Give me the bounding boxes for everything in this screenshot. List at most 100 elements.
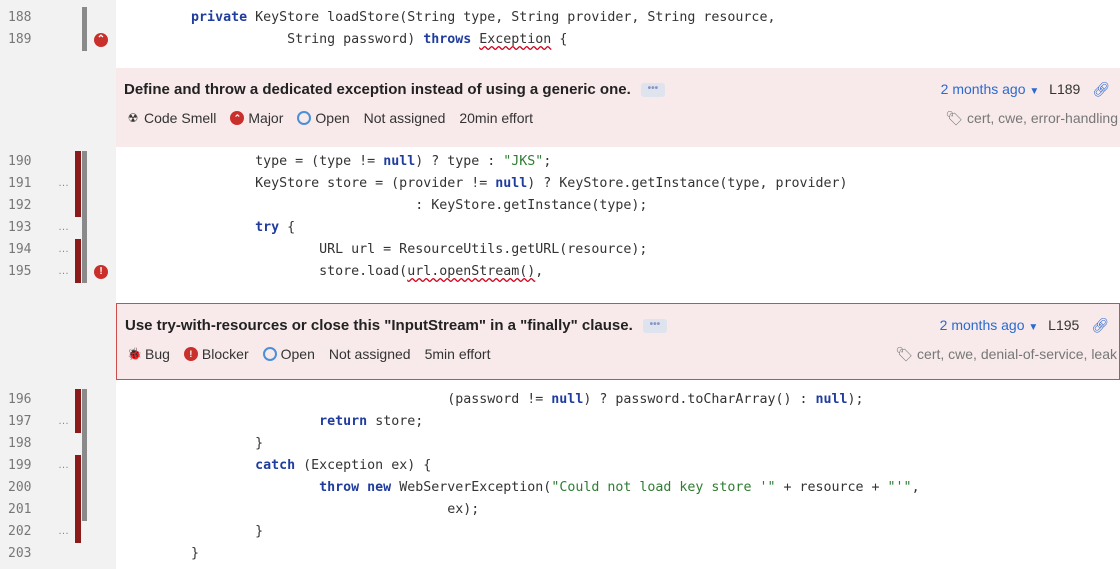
issue-card-1[interactable]: Use try-with-resources or close this "In… <box>116 303 1120 380</box>
scm-blame-bar[interactable] <box>75 389 81 411</box>
string-token: "Could not load key store '" <box>551 480 776 495</box>
scm-blame-bar[interactable] <box>75 261 81 283</box>
code-token: { <box>551 32 568 47</box>
code-token: store.load( <box>127 264 408 279</box>
issue-tags[interactable]: 🏷︎ cert, cwe, denial-of-service, leak <box>895 346 1117 363</box>
line-number[interactable]: 192 <box>8 195 31 217</box>
duplication-marker[interactable]: … <box>58 411 70 431</box>
line-number[interactable]: 196 <box>8 389 31 411</box>
issue-assignee[interactable]: Not assigned <box>364 110 446 126</box>
coverage-bar[interactable] <box>82 29 87 51</box>
line-number[interactable]: 193 <box>8 217 31 239</box>
major-issue-icon[interactable]: ⌃ <box>94 33 108 47</box>
code-line: 192 : KeyStore.getInstance(type); <box>0 195 1120 217</box>
scm-blame-bar[interactable] <box>75 521 81 543</box>
issue-age[interactable]: 2 months ago <box>940 317 1025 333</box>
code-token: { <box>279 220 296 235</box>
code-line: 201 ex); <box>0 499 1120 521</box>
keyword-token: throw new <box>319 480 392 495</box>
issue-underline[interactable]: Exception <box>479 32 551 47</box>
code-token: + resource + <box>775 480 888 495</box>
scm-blame-bar[interactable] <box>75 239 81 261</box>
caret-down-icon[interactable]: ▼ <box>1028 322 1038 333</box>
scm-blame-bar[interactable] <box>75 477 81 499</box>
line-number[interactable]: 197 <box>8 411 31 433</box>
duplication-marker[interactable]: … <box>58 455 70 475</box>
more-button[interactable]: ••• <box>642 319 667 334</box>
more-button[interactable]: ••• <box>640 83 665 98</box>
coverage-bar[interactable] <box>82 261 87 283</box>
duplication-marker[interactable]: … <box>58 521 70 541</box>
coverage-bar[interactable] <box>82 499 87 521</box>
issue-title[interactable]: Define and throw a dedicated exception i… <box>124 81 665 98</box>
caret-down-icon[interactable]: ▼ <box>1029 86 1039 97</box>
line-ref: L195 <box>1048 317 1080 333</box>
coverage-bar[interactable] <box>82 151 87 173</box>
line-number[interactable]: 199 <box>8 455 31 477</box>
issue-title-text[interactable]: Define and throw a dedicated exception i… <box>124 81 631 98</box>
code-line: 193 … try { <box>0 217 1120 239</box>
duplication-marker[interactable]: … <box>58 239 70 259</box>
code-token: URL url = ResourceUtils.getURL(resource)… <box>127 242 648 257</box>
issue-status[interactable]: Open <box>315 110 349 126</box>
coverage-bar[interactable] <box>82 411 87 433</box>
issue-type[interactable]: Code Smell <box>144 110 216 126</box>
coverage-bar[interactable] <box>82 239 87 261</box>
issue-severity[interactable]: Blocker <box>202 346 249 362</box>
line-number[interactable]: 198 <box>8 433 31 455</box>
keyword-token: null <box>551 392 584 407</box>
issue-tags-text[interactable]: cert, cwe, denial-of-service, leak <box>917 346 1117 362</box>
keyword-token: null <box>383 154 416 169</box>
line-number[interactable]: 201 <box>8 499 31 521</box>
coverage-bar[interactable] <box>82 7 87 29</box>
permalink-icon[interactable]: 🔗︎ <box>1091 317 1109 333</box>
issue-tags[interactable]: 🏷︎ cert, cwe, error-handling <box>945 110 1118 127</box>
permalink-icon[interactable]: 🔗︎ <box>1092 81 1110 97</box>
code-text: ex); <box>127 499 479 521</box>
issue-underline[interactable]: url.openStream() <box>407 264 535 279</box>
issue-severity[interactable]: Major <box>248 110 283 126</box>
scm-blame-bar[interactable] <box>75 411 81 433</box>
scm-blame-bar[interactable] <box>75 151 81 173</box>
line-number[interactable]: 202 <box>8 521 31 543</box>
string-token: "JKS" <box>503 154 544 169</box>
issue-title-text[interactable]: Use try-with-resources or close this "In… <box>125 317 633 334</box>
issue-status[interactable]: Open <box>281 346 315 362</box>
line-number[interactable]: 195 <box>8 261 31 283</box>
code-text: return store; <box>127 411 423 433</box>
duplication-marker[interactable]: … <box>58 217 70 237</box>
line-number[interactable]: 189 <box>8 29 31 51</box>
issue-type[interactable]: Bug <box>145 346 170 362</box>
issue-tags-text[interactable]: cert, cwe, error-handling <box>967 110 1118 126</box>
scm-blame-bar[interactable] <box>75 173 81 195</box>
line-number[interactable]: 203 <box>8 543 31 565</box>
coverage-bar[interactable] <box>82 217 87 239</box>
coverage-bar[interactable] <box>82 195 87 217</box>
coverage-bar[interactable] <box>82 433 87 455</box>
blocker-issue-icon[interactable]: ! <box>94 265 108 279</box>
duplication-marker[interactable]: … <box>58 173 70 193</box>
coverage-bar[interactable] <box>82 477 87 499</box>
issue-age[interactable]: 2 months ago <box>941 81 1026 97</box>
scm-blame-bar[interactable] <box>75 195 81 217</box>
issue-card-0[interactable]: Define and throw a dedicated exception i… <box>116 68 1120 147</box>
coverage-bar[interactable] <box>82 389 87 411</box>
line-number[interactable]: 188 <box>8 7 31 29</box>
code-line: 202 … } <box>0 521 1120 543</box>
line-number[interactable]: 200 <box>8 477 31 499</box>
code-viewer: 188 private KeyStore loadStore(String ty… <box>0 0 1120 569</box>
scm-blame-bar[interactable] <box>75 499 81 521</box>
duplication-marker[interactable]: … <box>58 261 70 281</box>
line-number[interactable]: 191 <box>8 173 31 195</box>
line-number[interactable]: 190 <box>8 151 31 173</box>
line-number[interactable]: 194 <box>8 239 31 261</box>
code-line: 190 type = (type != null) ? type : "JKS"… <box>0 151 1120 173</box>
issue-assignee[interactable]: Not assigned <box>329 346 411 362</box>
issue-title[interactable]: Use try-with-resources or close this "In… <box>125 317 667 334</box>
scm-blame-bar[interactable] <box>75 455 81 477</box>
coverage-bar[interactable] <box>82 173 87 195</box>
coverage-bar[interactable] <box>82 455 87 477</box>
major-severity-icon: ⌃ <box>230 111 245 125</box>
